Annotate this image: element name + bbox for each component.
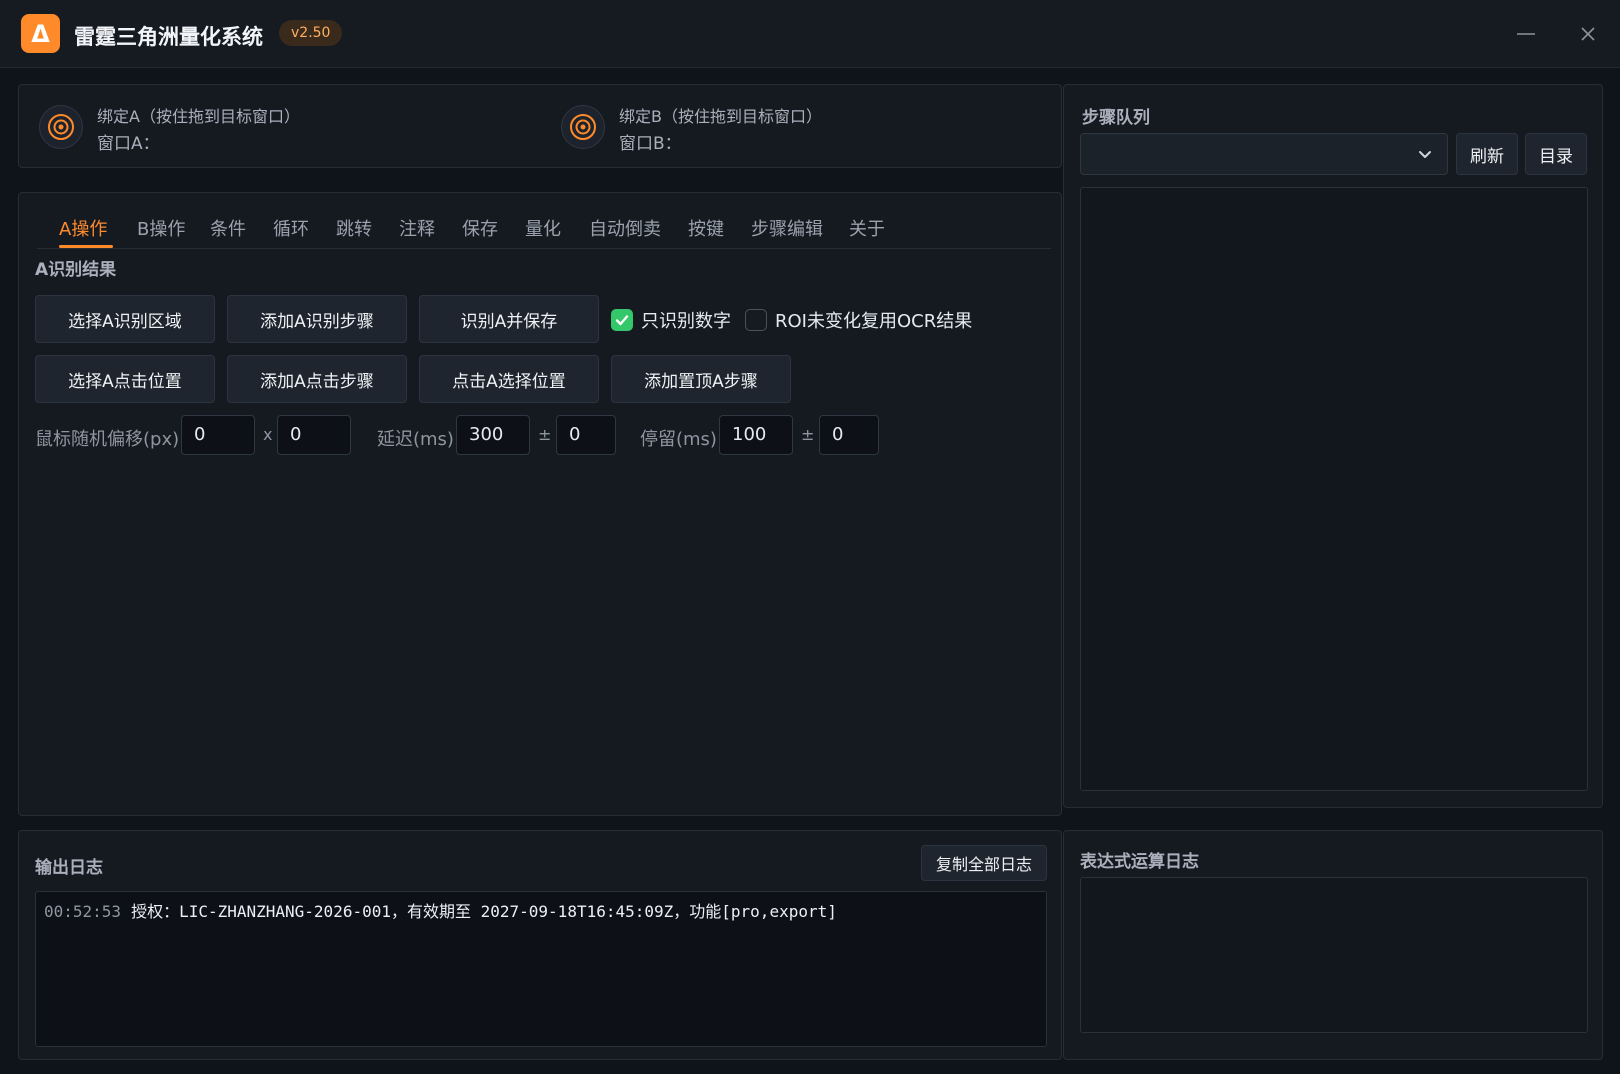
tab-comment[interactable]: 注释 — [399, 215, 435, 241]
step-queue-title: 步骤队列 — [1082, 108, 1150, 128]
tab-step-edit[interactable]: 步骤编辑 — [751, 215, 823, 241]
roi-reuse-ocr-checkbox[interactable]: ROI未变化复用OCR结果 — [745, 307, 972, 333]
expression-log-area[interactable] — [1080, 877, 1588, 1033]
operation-panel: A操作 B操作 条件 循环 跳转 注释 保存 量化 自动倒卖 按键 步骤编辑 关… — [18, 192, 1062, 816]
bind-b-target-icon[interactable] — [561, 105, 605, 149]
minimize-button[interactable] — [1512, 20, 1540, 48]
digits-only-checkbox[interactable]: 只识别数字 — [611, 307, 731, 333]
copy-all-logs-button[interactable]: 复制全部日志 — [921, 845, 1047, 881]
bind-a-target-icon[interactable] — [39, 105, 83, 149]
select-a-click-position-button[interactable]: 选择A点击位置 — [35, 355, 215, 403]
step-queue-list[interactable] — [1080, 187, 1588, 791]
tab-a-operation[interactable]: A操作 — [59, 215, 107, 241]
output-log-area[interactable]: 00:52:53 授权：LIC-ZHANZHANG-2026-001，有效期至 2… — [35, 891, 1047, 1047]
bind-b: 绑定B（按住拖到目标窗口） 窗口B： — [541, 85, 1041, 169]
select-a-recognition-area-button[interactable]: 选择A识别区域 — [35, 295, 215, 343]
output-log-title: 输出日志 — [35, 858, 103, 878]
active-tab-indicator — [59, 245, 113, 248]
tab-b-operation[interactable]: B操作 — [137, 215, 185, 241]
delay-input[interactable]: 300 — [456, 415, 530, 455]
mouse-offset-label: 鼠标随机偏移(px) — [35, 429, 180, 450]
add-a-recognition-step-button[interactable]: 添加A识别步骤 — [227, 295, 407, 343]
tab-save[interactable]: 保存 — [462, 215, 498, 241]
section-title: A识别结果 — [35, 260, 117, 280]
bind-a-window: 窗口A： — [97, 134, 160, 154]
digits-only-label: 只识别数字 — [641, 311, 731, 332]
title-bar: Δ 雷霆三角洲量化系统 v2.50 — [0, 0, 1620, 68]
offset-separator: x — [263, 425, 273, 444]
add-a-click-step-button[interactable]: 添加A点击步骤 — [227, 355, 407, 403]
close-button[interactable] — [1574, 20, 1602, 48]
bind-a-label: 绑定A（按住拖到目标窗口） — [97, 107, 300, 126]
tab-condition[interactable]: 条件 — [210, 215, 246, 241]
roi-reuse-ocr-label: ROI未变化复用OCR结果 — [775, 311, 973, 332]
log-entry: 00:52:53 授权：LIC-ZHANZHANG-2026-001，有效期至 2… — [44, 898, 1038, 922]
offset-y-input[interactable]: 0 — [277, 415, 351, 455]
checkbox-checked-icon — [611, 309, 633, 331]
refresh-button[interactable]: 刷新 — [1456, 133, 1518, 175]
log-entry-time: 00:52:53 — [44, 902, 122, 921]
directory-button[interactable]: 目录 — [1525, 133, 1587, 175]
click-a-selected-position-button[interactable]: 点击A选择位置 — [419, 355, 599, 403]
stay-input[interactable]: 100 — [719, 415, 793, 455]
app-logo-icon: Δ — [21, 14, 60, 53]
minimize-icon — [1517, 33, 1535, 35]
app-title: 雷霆三角洲量化系统 — [74, 25, 263, 49]
delay-jitter-input[interactable]: 0 — [556, 415, 616, 455]
tab-bar: A操作 B操作 条件 循环 跳转 注释 保存 量化 自动倒卖 按键 步骤编辑 关… — [37, 203, 1051, 249]
step-queue-panel: 步骤队列 刷新 目录 — [1063, 84, 1603, 808]
tab-about[interactable]: 关于 — [849, 215, 885, 241]
stay-plus-minus: ± — [801, 425, 815, 444]
add-pinned-a-step-button[interactable]: 添加置顶A步骤 — [611, 355, 791, 403]
expression-log-panel: 表达式运算日志 — [1063, 830, 1603, 1060]
tab-auto-resell[interactable]: 自动倒卖 — [589, 215, 661, 241]
stay-jitter-input[interactable]: 0 — [819, 415, 879, 455]
target-icon — [570, 114, 596, 140]
bind-b-window: 窗口B： — [619, 134, 682, 154]
log-entry-message: 授权：LIC-ZHANZHANG-2026-001，有效期至 2027-09-1… — [131, 902, 837, 921]
target-icon — [48, 114, 74, 140]
output-log-panel: 输出日志 复制全部日志 00:52:53 授权：LIC-ZHANZHANG-202… — [18, 830, 1062, 1060]
delay-plus-minus: ± — [538, 425, 552, 444]
expression-log-title: 表达式运算日志 — [1080, 852, 1199, 872]
tab-keys[interactable]: 按键 — [688, 215, 724, 241]
chevron-down-icon — [1419, 151, 1431, 158]
delay-label: 延迟(ms) — [377, 429, 454, 450]
stay-label: 停留(ms) — [640, 429, 717, 450]
offset-x-input[interactable]: 0 — [181, 415, 255, 455]
close-icon — [1581, 27, 1595, 41]
tab-loop[interactable]: 循环 — [273, 215, 309, 241]
tab-jump[interactable]: 跳转 — [336, 215, 372, 241]
bind-a: 绑定A（按住拖到目标窗口） 窗口A： — [19, 85, 519, 169]
recognize-a-and-save-button[interactable]: 识别A并保存 — [419, 295, 599, 343]
step-queue-select[interactable] — [1080, 133, 1448, 175]
tab-quant[interactable]: 量化 — [525, 215, 561, 241]
bind-b-label: 绑定B（按住拖到目标窗口） — [619, 107, 822, 126]
version-badge: v2.50 — [279, 20, 343, 46]
checkbox-unchecked-icon — [745, 309, 767, 331]
bind-panel: 绑定A（按住拖到目标窗口） 窗口A： 绑定B（按住拖到目标窗口） 窗口B： — [18, 84, 1062, 168]
